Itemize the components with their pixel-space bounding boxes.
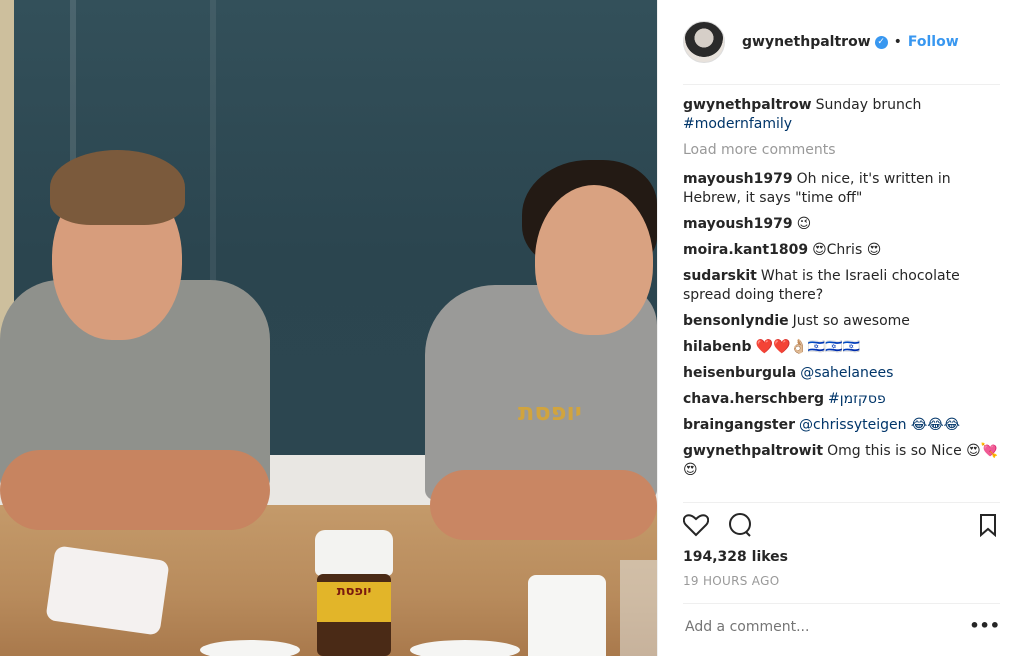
follow-button[interactable]: Follow <box>908 34 959 50</box>
comment-row: gwynethpaltrowit Omg this is so Nice 😍💘😍 <box>683 442 1000 480</box>
comment-list: gwynethpaltrow Sunday brunch #modernfamil… <box>683 96 1000 502</box>
person-left-arms <box>0 450 270 530</box>
comment-row: hilabenb ❤️❤️👌🏼🇮🇱🇮🇱🇮🇱 <box>683 338 1000 357</box>
comment-row: mayoush1979 Oh nice, it's written in Hebr… <box>683 170 1000 208</box>
comment-row: heisenburgula @sahelanees <box>683 364 1000 383</box>
person-right-face <box>535 185 653 335</box>
post-header: gwynethpaltrow ✓ • Follow <box>683 0 1000 85</box>
comment-username[interactable]: bensonlyndie <box>683 313 789 329</box>
caption: gwynethpaltrow Sunday brunch #modernfamil… <box>683 96 1000 134</box>
caption-text: Sunday brunch <box>815 97 922 113</box>
comment-row: braingangster @chrissyteigen 😂😂😂 <box>683 416 1000 435</box>
action-bar: 194,328 likes 19 HOURS AGO <box>682 502 1000 603</box>
caption-hashtag[interactable]: #modernfamily <box>683 116 792 132</box>
comment-text: 😍Chris 😍 <box>812 242 882 258</box>
post-sidebar: gwynethpaltrow ✓ • Follow gwynethpaltrow… <box>657 0 1024 656</box>
water-glass <box>620 560 657 656</box>
comment-row: bensonlyndie Just so awesome <box>683 312 1000 331</box>
comment-text[interactable]: @chrissyteigen 😂😂😂 <box>799 417 960 433</box>
comment-username[interactable]: hilabenb <box>683 339 752 355</box>
comment-row: mayoush1979 😉 <box>683 215 1000 234</box>
jar-lid <box>315 530 393 576</box>
comment-row: chava.herschberg #פסקזמן <box>683 390 1000 409</box>
comment-text[interactable]: @sahelanees <box>800 365 893 381</box>
comment-username[interactable]: mayoush1979 <box>683 171 793 187</box>
jar-label: יופסת <box>317 582 391 622</box>
comment-username[interactable]: gwynethpaltrowit <box>683 443 823 459</box>
caption-username[interactable]: gwynethpaltrow <box>683 97 812 113</box>
add-comment-input[interactable] <box>683 618 967 636</box>
comment-text: ❤️❤️👌🏼🇮🇱🇮🇱🇮🇱 <box>755 339 861 355</box>
plate <box>410 640 520 656</box>
post-timestamp[interactable]: 19 HOURS AGO <box>683 574 779 588</box>
comments: mayoush1979 Oh nice, it's written in Hebr… <box>683 170 1000 480</box>
comment-username[interactable]: braingangster <box>683 417 795 433</box>
comment-text: Just so awesome <box>792 313 910 329</box>
username-link[interactable]: gwynethpaltrow <box>742 34 871 50</box>
heart-icon[interactable] <box>682 513 710 543</box>
white-mug <box>528 575 606 656</box>
person-right-arms <box>430 470 657 540</box>
like-count[interactable]: 194,328 likes <box>683 549 788 565</box>
comment-icon[interactable] <box>727 513 753 543</box>
post-photo[interactable]: יופסת יופסת <box>0 0 657 656</box>
comment-username[interactable]: heisenburgula <box>683 365 796 381</box>
load-more-comments-button[interactable]: Load more comments <box>683 141 1000 160</box>
napkin <box>45 545 170 636</box>
comment-row: sudarskit What is the Israeli chocolate s… <box>683 267 1000 305</box>
comment-username[interactable]: mayoush1979 <box>683 216 793 232</box>
add-comment-bar: ••• <box>683 603 1000 657</box>
action-icons <box>682 513 1000 543</box>
comment-row: moira.kant1809 😍Chris 😍 <box>683 241 1000 260</box>
avatar[interactable] <box>683 21 725 63</box>
instagram-post: יופסת יופסת gwynethpaltrow ✓ • Follow gw… <box>0 0 1024 656</box>
comment-username[interactable]: sudarskit <box>683 268 757 284</box>
comment-username[interactable]: moira.kant1809 <box>683 242 808 258</box>
separator-dot: • <box>893 34 902 50</box>
comment-text: 😉 <box>796 216 812 232</box>
more-options-icon[interactable]: ••• <box>969 616 1000 635</box>
verified-badge-icon: ✓ <box>874 35 888 49</box>
person-left-hair <box>50 150 185 225</box>
bookmark-icon[interactable] <box>978 513 998 543</box>
comment-username[interactable]: chava.herschberg <box>683 391 824 407</box>
comment-text[interactable]: #פסקזמן <box>828 391 886 407</box>
plate <box>200 640 300 656</box>
shirt-print: יופסת <box>518 398 582 426</box>
